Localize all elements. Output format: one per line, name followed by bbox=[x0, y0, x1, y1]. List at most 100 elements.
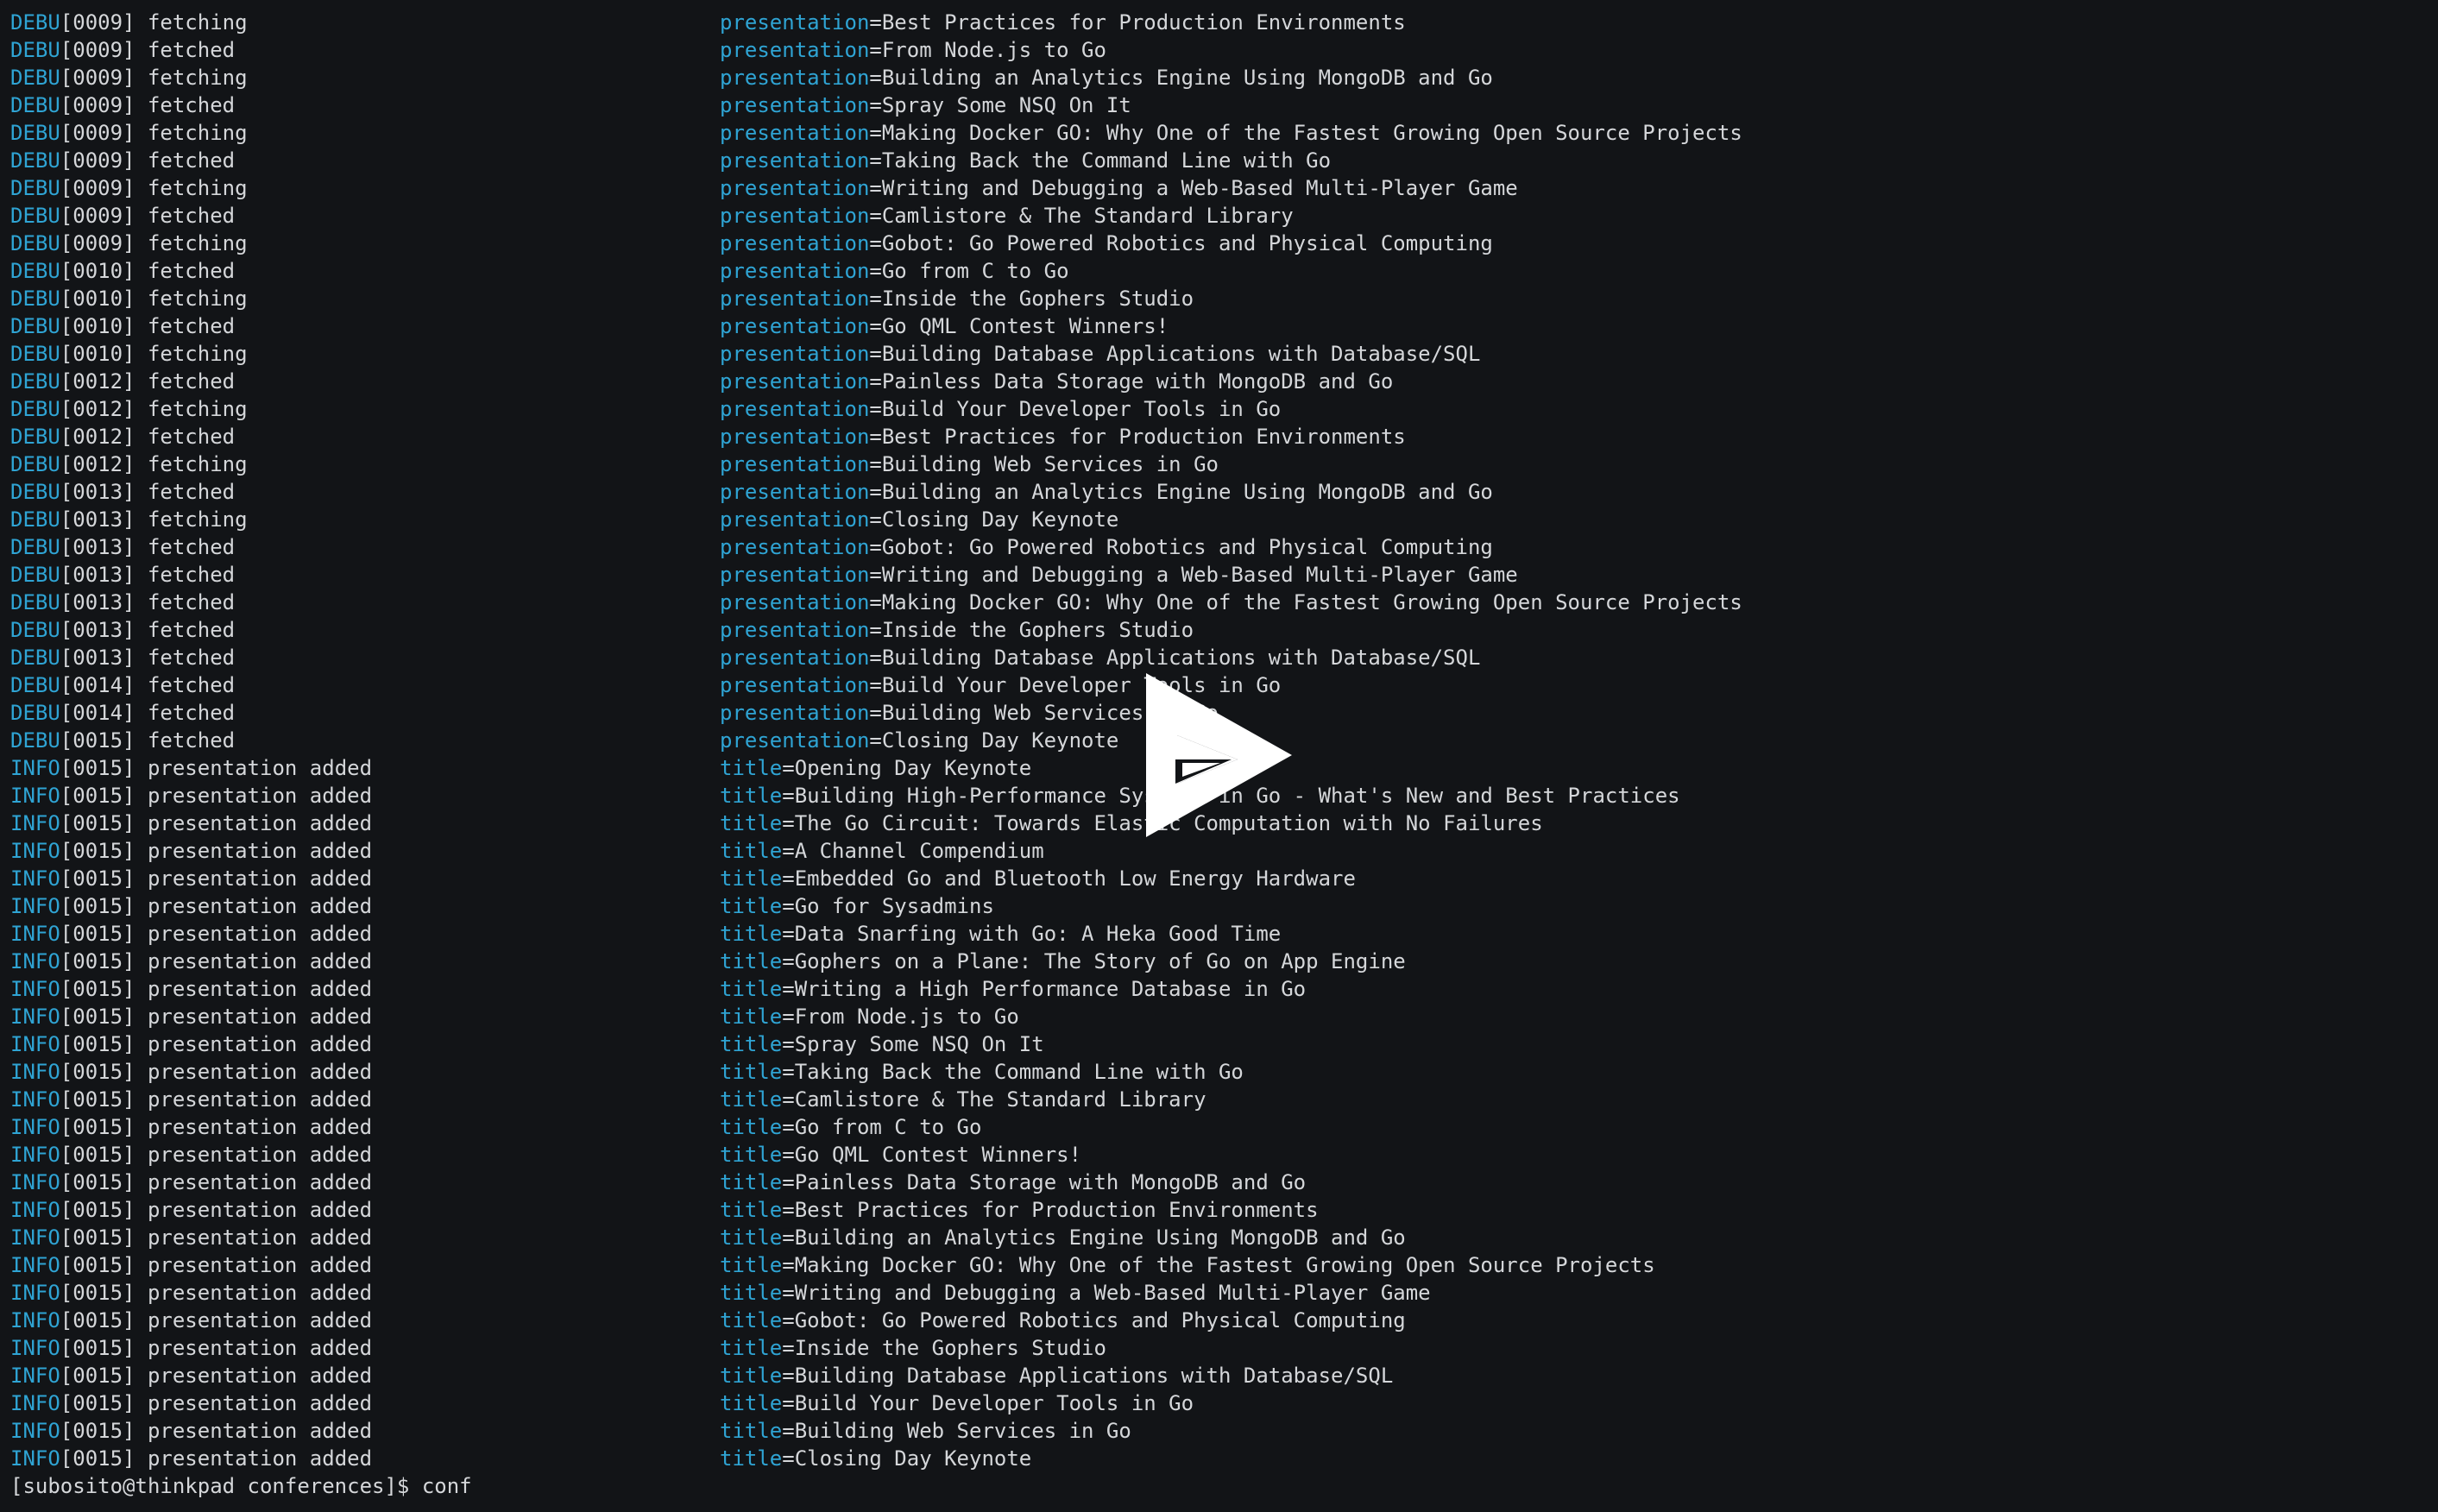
log-field: presentation=Writing and Debugging a Web… bbox=[720, 176, 1518, 200]
log-field-value: Gobot: Go Powered Robotics and Physical … bbox=[881, 535, 1493, 559]
log-sequence: [0009] bbox=[60, 148, 135, 173]
log-level: INFO bbox=[10, 1198, 60, 1222]
log-line: DEBU[0009] fetching presentation=Writing … bbox=[10, 174, 2438, 202]
log-field-key: presentation bbox=[720, 563, 870, 587]
log-field-key: presentation bbox=[720, 93, 870, 117]
log-message: fetching bbox=[147, 10, 248, 35]
log-field: title=Closing Day Keynote bbox=[720, 1446, 1032, 1471]
log-line-prefix: INFO[0015] presentation added bbox=[10, 1362, 372, 1389]
log-field-key: title bbox=[720, 1336, 783, 1360]
log-field: title=Embedded Go and Bluetooth Low Ener… bbox=[720, 866, 1356, 891]
log-level: DEBU bbox=[10, 425, 60, 449]
log-message: fetched bbox=[147, 535, 236, 559]
log-field-key: title bbox=[720, 1032, 783, 1056]
log-line: INFO[0015] presentation added title=Build… bbox=[10, 1362, 2438, 1389]
log-message: presentation added bbox=[147, 784, 373, 808]
log-message: presentation added bbox=[147, 922, 373, 946]
log-field-key: title bbox=[720, 1446, 783, 1471]
log-field: title=Camlistore & The Standard Library bbox=[720, 1087, 1206, 1112]
log-level: DEBU bbox=[10, 231, 60, 255]
log-field-key: presentation bbox=[720, 480, 870, 504]
log-sequence: [0013] bbox=[60, 507, 135, 532]
log-field-key: presentation bbox=[720, 121, 870, 145]
log-field-value: Gobot: Go Powered Robotics and Physical … bbox=[794, 1308, 1406, 1332]
log-field-key: title bbox=[720, 1225, 783, 1250]
log-message: presentation added bbox=[147, 1005, 373, 1029]
log-field: presentation=Building Web Services in Go bbox=[720, 452, 1219, 476]
log-line: INFO[0015] presentation added title=Embed… bbox=[10, 865, 2438, 892]
log-line: INFO[0015] presentation added title=Painl… bbox=[10, 1169, 2438, 1196]
log-line-prefix: DEBU[0009] fetching bbox=[10, 119, 248, 147]
log-line-prefix: INFO[0015] presentation added bbox=[10, 948, 372, 975]
log-message: presentation added bbox=[147, 1308, 373, 1332]
log-level: INFO bbox=[10, 1087, 60, 1112]
log-sequence: [0012] bbox=[60, 425, 135, 449]
log-field: title=Painless Data Storage with MongoDB… bbox=[720, 1170, 1307, 1194]
log-field: presentation=Building an Analytics Engin… bbox=[720, 480, 1493, 504]
log-field: presentation=Inside the Gophers Studio bbox=[720, 618, 1194, 642]
log-line: DEBU[0010] fetching presentation=Building… bbox=[10, 340, 2438, 368]
command-input[interactable]: conf bbox=[422, 1474, 472, 1498]
log-sequence: [0010] bbox=[60, 314, 135, 338]
log-sequence: [0013] bbox=[60, 618, 135, 642]
log-message: presentation added bbox=[147, 1336, 373, 1360]
play-button[interactable] bbox=[1141, 673, 1292, 837]
log-field-key: title bbox=[720, 1419, 783, 1443]
log-level: INFO bbox=[10, 839, 60, 863]
log-field-key: presentation bbox=[720, 287, 870, 311]
log-line: DEBU[0009] fetched presentation=Taking Ba… bbox=[10, 147, 2438, 174]
log-field: presentation=Build Your Developer Tools … bbox=[720, 397, 1282, 421]
log-sequence: [0013] bbox=[60, 646, 135, 670]
log-level: INFO bbox=[10, 1308, 60, 1332]
log-level: DEBU bbox=[10, 452, 60, 476]
log-field: title=The Go Circuit: Towards Elastic Co… bbox=[720, 811, 1543, 835]
log-sequence: [0015] bbox=[60, 1253, 135, 1277]
log-message: fetching bbox=[147, 176, 248, 200]
log-level: INFO bbox=[10, 1115, 60, 1139]
log-field-key: presentation bbox=[720, 342, 870, 366]
log-field: title=Go for Sysadmins bbox=[720, 894, 994, 918]
log-field-key: presentation bbox=[720, 204, 870, 228]
log-field: presentation=From Node.js to Go bbox=[720, 38, 1106, 62]
log-message: presentation added bbox=[147, 1170, 373, 1194]
log-line: INFO[0015] presentation added title=Writi… bbox=[10, 975, 2438, 1003]
log-field-value: Closing Day Keynote bbox=[794, 1446, 1032, 1471]
log-field: presentation=Best Practices for Producti… bbox=[720, 425, 1406, 449]
log-line: INFO[0015] presentation added title=Camli… bbox=[10, 1086, 2438, 1113]
log-line-prefix: DEBU[0009] fetching bbox=[10, 230, 248, 257]
log-message: presentation added bbox=[147, 1419, 373, 1443]
log-line-prefix: DEBU[0010] fetched bbox=[10, 312, 235, 340]
log-line-prefix: INFO[0015] presentation added bbox=[10, 1058, 372, 1086]
log-line: DEBU[0009] fetching presentation=Gobot: G… bbox=[10, 230, 2438, 257]
prompt-line[interactable]: [subosito@thinkpad conferences]$ conf bbox=[10, 1472, 2438, 1500]
log-message: presentation added bbox=[147, 866, 373, 891]
log-line-prefix: DEBU[0012] fetching bbox=[10, 450, 248, 478]
log-message: presentation added bbox=[147, 1087, 373, 1112]
log-field: presentation=Taking Back the Command Lin… bbox=[720, 148, 1332, 173]
log-field-value: Gophers on a Plane: The Story of Go on A… bbox=[794, 949, 1406, 973]
log-sequence: [0009] bbox=[60, 38, 135, 62]
log-line: INFO[0015] presentation added title=Go fo… bbox=[10, 892, 2438, 920]
log-field: presentation=Building an Analytics Engin… bbox=[720, 66, 1493, 90]
log-sequence: [0015] bbox=[60, 811, 135, 835]
log-line: DEBU[0012] fetched presentation=Painless … bbox=[10, 368, 2438, 395]
log-message: fetched bbox=[147, 728, 236, 753]
log-level: INFO bbox=[10, 1005, 60, 1029]
log-line: DEBU[0013] fetched presentation=Building … bbox=[10, 478, 2438, 506]
log-sequence: [0014] bbox=[60, 673, 135, 697]
log-sequence: [0015] bbox=[60, 839, 135, 863]
log-level: INFO bbox=[10, 1281, 60, 1305]
log-field: title=Building Web Services in Go bbox=[720, 1419, 1131, 1443]
log-message: fetched bbox=[147, 148, 236, 173]
log-line-prefix: INFO[0015] presentation added bbox=[10, 1334, 372, 1362]
log-field-value: Camlistore & The Standard Library bbox=[881, 204, 1294, 228]
log-line-prefix: DEBU[0014] fetched bbox=[10, 671, 235, 699]
log-field-key: presentation bbox=[720, 10, 870, 35]
log-field-key: presentation bbox=[720, 176, 870, 200]
log-sequence: [0015] bbox=[60, 1225, 135, 1250]
log-message: presentation added bbox=[147, 756, 373, 780]
log-message: fetched bbox=[147, 673, 236, 697]
log-field: presentation=Gobot: Go Powered Robotics … bbox=[720, 231, 1493, 255]
log-field-key: presentation bbox=[720, 38, 870, 62]
log-level: INFO bbox=[10, 784, 60, 808]
